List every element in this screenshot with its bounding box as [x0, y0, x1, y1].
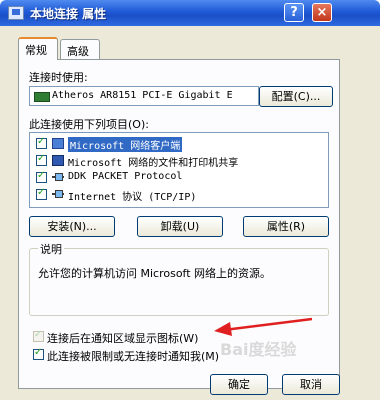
arrow-head: [214, 322, 232, 336]
network-connection-icon: [8, 6, 24, 20]
title-bar: 本地连接 属性 ? ×: [0, 0, 380, 26]
watermark: Bai度经验: [220, 340, 297, 359]
arrow-shaft: [223, 317, 313, 332]
close-button[interactable]: ×: [312, 3, 332, 22]
dialog-body: 常规 高级 连接时使用: Atheros AR8151 PCI-E Gigabi…: [0, 26, 380, 400]
help-button[interactable]: ?: [284, 3, 304, 22]
tab-general[interactable]: 常规: [18, 37, 58, 60]
ok-button[interactable]: 确定: [210, 374, 268, 395]
annotation-arrow: [214, 317, 313, 336]
cancel-button[interactable]: 取消: [282, 374, 340, 395]
window-title: 本地连接 属性: [30, 7, 107, 21]
